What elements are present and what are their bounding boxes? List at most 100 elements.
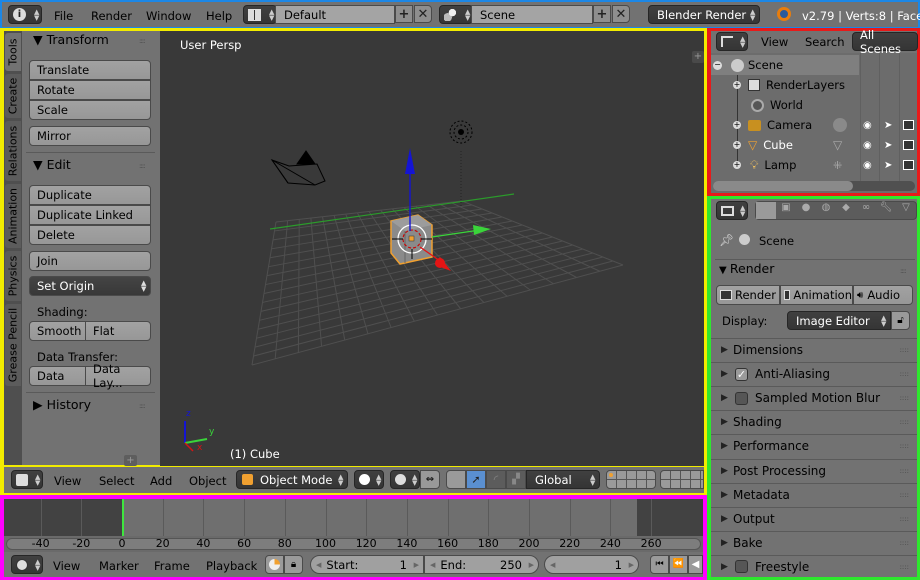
lock-range-icon[interactable]: 🔒︎ bbox=[284, 555, 303, 574]
add-scene-icon[interactable]: + bbox=[593, 5, 611, 23]
jump-to-start-icon[interactable]: ⏮ bbox=[650, 555, 669, 574]
menu-view[interactable]: View bbox=[53, 559, 80, 573]
delete-scene-icon[interactable]: ✕ bbox=[612, 5, 630, 23]
outliner-scrollbar[interactable] bbox=[713, 181, 915, 191]
start-frame-field[interactable]: ◀ Start: 1 ▶ bbox=[310, 555, 424, 574]
delete-layout-icon[interactable]: ✕ bbox=[414, 5, 432, 23]
layer-buttons-group-1[interactable] bbox=[606, 470, 656, 489]
duplicate-button[interactable]: Duplicate bbox=[29, 185, 151, 205]
manipulate-center-points-icon[interactable]: ⇔ bbox=[420, 470, 440, 489]
lock-interface-icon[interactable]: 🔓︎ bbox=[891, 311, 910, 330]
menu-window[interactable]: Window bbox=[146, 9, 191, 23]
properties-panel-anti-aliasing[interactable]: ▶ ✓ Anti-Aliasing:::: bbox=[711, 362, 917, 385]
history-panel-header[interactable]: ▶ History bbox=[33, 397, 91, 412]
drag-grip-icon[interactable]: :::: bbox=[900, 563, 909, 571]
properties-toggle-icon[interactable]: + bbox=[692, 51, 704, 63]
render-panel-header[interactable]: ▼ Render bbox=[719, 261, 774, 276]
selectability-cursor-icon[interactable]: ➤ bbox=[884, 140, 892, 151]
outliner-row-lamp[interactable]: + 💡︎ Lamp ⁜ ◉ ➤ bbox=[711, 155, 917, 175]
drag-grip-icon[interactable]: :::: bbox=[900, 539, 909, 547]
edit-panel-header[interactable]: ▼ Edit bbox=[33, 157, 71, 172]
tab-animation[interactable]: Animation bbox=[5, 184, 21, 248]
end-frame-field[interactable]: ◀ End: 250 ▶ bbox=[424, 555, 539, 574]
pivot-point-selector[interactable]: ▲ ▼ bbox=[390, 470, 420, 489]
expand-icon[interactable]: + bbox=[733, 81, 741, 89]
menu-view[interactable]: View bbox=[761, 35, 788, 49]
menu-help[interactable]: Help bbox=[206, 9, 232, 23]
drag-grip-icon[interactable]: :::: bbox=[900, 267, 907, 275]
transform-panel-header[interactable]: ▼ Transform bbox=[33, 32, 109, 47]
expand-icon[interactable]: + bbox=[733, 161, 741, 169]
menu-file[interactable]: File bbox=[54, 9, 73, 23]
data-context-icon[interactable]: ▽ bbox=[896, 202, 916, 219]
tab-grease-pencil[interactable]: Grease Pencil bbox=[5, 304, 21, 386]
visibility-eye-icon[interactable]: ◉ bbox=[863, 120, 872, 131]
editor-type-button[interactable]: ▲ ▼ bbox=[11, 555, 43, 574]
properties-panel-bake[interactable]: ▶ Bake:::: bbox=[711, 530, 917, 554]
display-mode-dropdown[interactable]: Image Editor ▲ ▼ bbox=[787, 311, 891, 330]
editor-type-button[interactable]: ▲ ▼ bbox=[716, 32, 748, 51]
mirror-button[interactable]: Mirror bbox=[29, 126, 151, 146]
collapse-icon[interactable]: − bbox=[713, 60, 722, 70]
tab-tools[interactable]: Tools bbox=[5, 33, 21, 71]
visibility-eye-icon[interactable]: ◉ bbox=[863, 140, 872, 151]
render-engine-selector[interactable]: Blender Render ▲ ▼ bbox=[648, 5, 760, 24]
current-frame-field[interactable]: ◀ 1 ▶ bbox=[544, 555, 639, 574]
menu-marker[interactable]: Marker bbox=[99, 559, 139, 573]
translate-button[interactable]: Translate bbox=[29, 60, 151, 80]
checkbox-checked-icon[interactable]: ✓ bbox=[735, 367, 748, 381]
object-context-icon[interactable]: ◆ bbox=[836, 202, 856, 219]
properties-panel-performance[interactable]: ▶ Performance:::: bbox=[711, 434, 917, 457]
tab-relations[interactable]: Relations bbox=[5, 121, 21, 181]
checkbox-unchecked-icon[interactable] bbox=[735, 391, 748, 405]
renderability-camera-icon[interactable] bbox=[903, 160, 914, 170]
display-mode-selector[interactable]: All Scenes bbox=[852, 28, 918, 56]
renderability-camera-icon[interactable] bbox=[903, 120, 914, 130]
data-transfer-button[interactable]: Data bbox=[29, 366, 86, 386]
menu-search[interactable]: Search bbox=[805, 35, 845, 49]
scale-manipulator-icon[interactable]: ▞ bbox=[506, 470, 526, 489]
drag-grip-icon[interactable]: :::: bbox=[900, 491, 909, 499]
timeline-ruler[interactable]: -40 -20 0 20 40 60 80 100 120 140 160 180 200 220 240 2… bbox=[4, 536, 703, 552]
render-audio-button[interactable]: 🔊︎ Audio bbox=[853, 285, 913, 305]
add-tab-icon[interactable]: + bbox=[124, 455, 137, 466]
drag-grip-icon[interactable]: :::: bbox=[900, 467, 909, 475]
drag-grip-icon[interactable]: :::: bbox=[900, 442, 909, 450]
scene-context-icon[interactable]: ● bbox=[796, 202, 816, 219]
menu-playback[interactable]: Playback bbox=[206, 559, 257, 573]
constraints-context-icon[interactable]: ∞ bbox=[856, 202, 876, 219]
rotate-manipulator-icon[interactable]: ◜ bbox=[486, 470, 506, 489]
properties-panel-shading[interactable]: ▶ Shading:::: bbox=[711, 410, 917, 433]
expand-icon[interactable]: + bbox=[733, 121, 741, 129]
transform-manipulator-icon[interactable] bbox=[446, 470, 466, 489]
join-button[interactable]: Join bbox=[29, 251, 151, 271]
current-frame-marker[interactable] bbox=[122, 499, 124, 536]
tab-physics[interactable]: Physics bbox=[5, 251, 21, 301]
set-origin-dropdown[interactable]: Set Origin ▲ ▼ bbox=[29, 276, 151, 296]
outliner-row-cube[interactable]: + ▽ Cube ▽ ◉ ➤ bbox=[711, 135, 917, 155]
editor-type-button[interactable]: ▲ ▼ bbox=[716, 201, 748, 220]
menu-view[interactable]: View bbox=[54, 474, 81, 488]
layer-buttons-group-2[interactable] bbox=[660, 470, 704, 489]
properties-panel-freestyle[interactable]: ▶ Freestyle:::: bbox=[711, 554, 917, 578]
flat-shading-button[interactable]: Flat bbox=[85, 321, 151, 341]
menu-add[interactable]: Add bbox=[150, 474, 172, 488]
drag-grip-icon[interactable]: :::: bbox=[900, 370, 909, 378]
translate-manipulator-icon[interactable]: ➚ bbox=[466, 470, 486, 489]
play-reverse-icon[interactable]: ◀ bbox=[688, 555, 703, 574]
properties-panel-post-processing[interactable]: ▶ Post Processing:::: bbox=[711, 458, 917, 482]
data-layout-transfer-button[interactable]: Data Lay... bbox=[85, 362, 151, 390]
drag-grip-icon[interactable]: :::: bbox=[900, 346, 909, 354]
drag-grip-icon[interactable]: :::: bbox=[139, 37, 146, 45]
screen-layout-selector[interactable]: ▲ ▼ bbox=[243, 5, 277, 24]
3d-viewport[interactable]: User Persp z y x (1) Cube + bbox=[160, 31, 704, 466]
jump-to-keyframe-icon[interactable]: ⏪ bbox=[669, 555, 688, 574]
selectability-cursor-icon[interactable]: ➤ bbox=[884, 160, 892, 171]
menu-select[interactable]: Select bbox=[99, 474, 134, 488]
checkbox-unchecked-icon[interactable] bbox=[735, 560, 748, 574]
editor-type-button[interactable]: ▲ ▼ bbox=[11, 470, 43, 489]
outliner-row-world[interactable]: World bbox=[711, 95, 917, 115]
modifiers-context-icon[interactable]: 🔧︎ bbox=[876, 202, 896, 219]
scene-selector[interactable]: ▲ ▼ bbox=[439, 5, 473, 24]
scene-name[interactable]: Scene bbox=[471, 5, 593, 24]
